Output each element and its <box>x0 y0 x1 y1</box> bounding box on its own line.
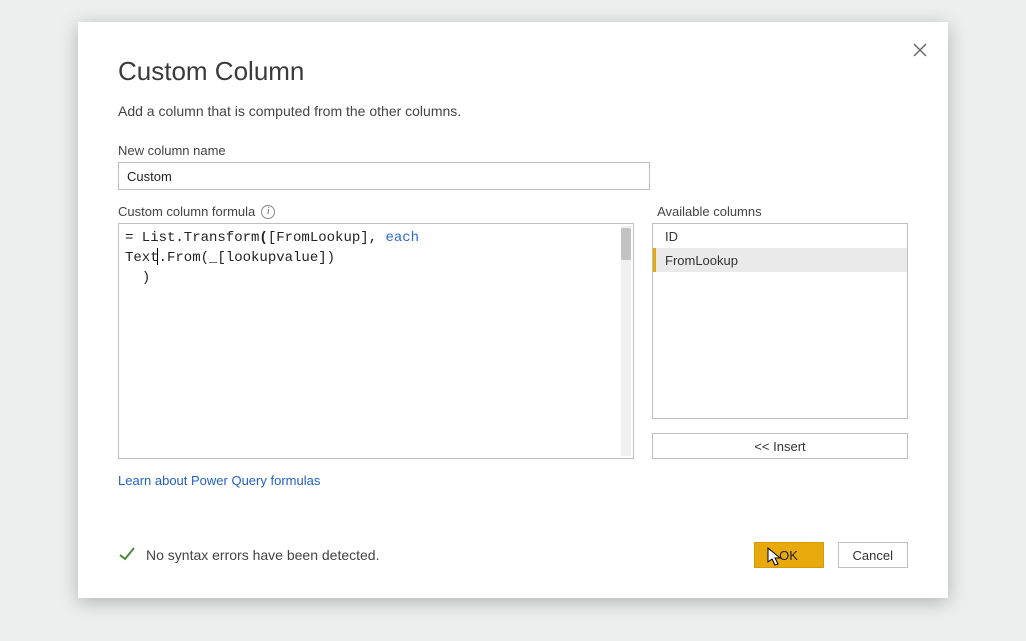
check-icon <box>118 545 136 566</box>
formula-label: Custom column formula i <box>118 204 657 219</box>
syntax-status-text: No syntax errors have been detected. <box>146 547 379 563</box>
ok-button[interactable]: OK <box>754 542 824 568</box>
text-caret <box>157 248 158 265</box>
syntax-status: No syntax errors have been detected. <box>118 545 379 566</box>
dialog-title: Custom Column <box>118 56 908 87</box>
ok-button-label: OK <box>779 548 798 563</box>
available-column-item-id[interactable]: ID <box>653 224 907 248</box>
available-column-label: FromLookup <box>665 253 738 268</box>
formula-editor[interactable]: = List.Transform([FromLookup], each Text… <box>118 223 634 459</box>
close-icon <box>913 43 927 57</box>
column-name-label: New column name <box>118 143 908 158</box>
formula-scrollbar[interactable] <box>621 226 631 456</box>
formula-content: = List.Transform([FromLookup], each Text… <box>125 228 617 288</box>
insert-button[interactable]: << Insert <box>652 433 908 459</box>
scrollbar-thumb[interactable] <box>621 228 631 260</box>
close-button[interactable] <box>910 40 930 60</box>
learn-link[interactable]: Learn about Power Query formulas <box>118 473 320 488</box>
available-columns-list[interactable]: ID FromLookup <box>652 223 908 419</box>
formula-label-text: Custom column formula <box>118 204 255 219</box>
custom-column-dialog: Custom Column Add a column that is compu… <box>78 22 948 598</box>
cancel-button-label: Cancel <box>853 548 893 563</box>
column-name-input[interactable] <box>118 162 650 190</box>
info-icon[interactable]: i <box>261 205 275 219</box>
dialog-subtitle: Add a column that is computed from the o… <box>118 103 908 119</box>
available-column-item-fromlookup[interactable]: FromLookup <box>653 248 907 272</box>
available-column-label: ID <box>665 229 678 244</box>
cancel-button[interactable]: Cancel <box>838 542 908 568</box>
available-columns-label: Available columns <box>657 204 908 219</box>
